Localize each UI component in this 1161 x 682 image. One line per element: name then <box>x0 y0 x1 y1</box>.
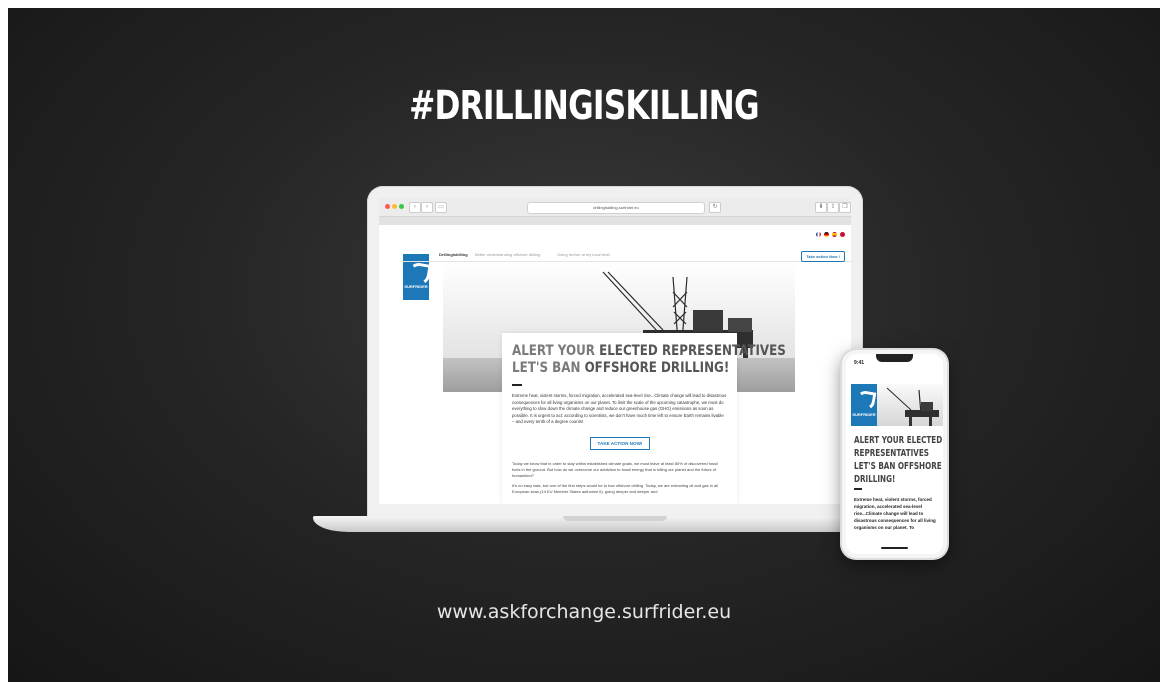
title-line2-bold: OFFSHORE DRILLING! <box>584 360 730 376</box>
phone-intro-text: Extreme heat, violent storms, forced mig… <box>854 497 936 530</box>
phone-surfrider-logo[interactable]: SURFRIDER <box>851 384 877 426</box>
paragraph-3: It's no easy task, but one of the first … <box>512 483 718 494</box>
phone-mockup: 9:41 SURFRIDER ALERT YOUR ELECTED REPRES… <box>842 350 947 558</box>
forward-icon[interactable]: › <box>421 202 433 213</box>
zoom-window-dot[interactable] <box>399 204 404 209</box>
phone-hero-image <box>877 384 943 426</box>
browser-toolbar: ‹ › ▭ drillingiskilling.surfrider.eu ↻ ⬇… <box>379 198 851 217</box>
language-flags <box>816 232 845 237</box>
promo-banner: #DRILLINGISKILLING ‹ › ▭ drillingiskilli… <box>8 8 1160 682</box>
tabs-icon[interactable]: ❐ <box>839 202 851 213</box>
minimize-window-dot[interactable] <box>392 204 397 209</box>
title-line2-light: LET'S BAN <box>512 360 585 376</box>
close-window-dot[interactable] <box>385 204 390 209</box>
paragraph-2: Today we know that in order to stay with… <box>512 461 718 478</box>
laptop-screen: ‹ › ▭ drillingiskilling.surfrider.eu ↻ ⬇… <box>379 198 851 504</box>
content-card: ALERT YOUR ELECTED REPRESENTATIVES LET'S… <box>502 333 786 504</box>
reload-icon[interactable]: ↻ <box>709 202 721 213</box>
logo-text: SURFRIDER <box>404 284 428 289</box>
phone-title-line-2: REPRESENTATIVES <box>854 448 929 459</box>
site-navigation: Drillingiskilling Better understanding o… <box>403 250 851 262</box>
back-icon[interactable]: ‹ <box>409 202 421 213</box>
nav-item-drillingiskilling[interactable]: Drillingiskilling <box>439 252 468 257</box>
phone-title-line-3: LET'S BAN OFFSHORE <box>854 461 942 472</box>
take-action-button[interactable]: TAKE ACTION NOW! <box>590 437 650 450</box>
laptop-notch <box>563 516 667 521</box>
title-divider <box>512 384 522 386</box>
tab-bar <box>379 217 851 225</box>
title-line1-bold: ELECTED REPRESENTATIVES <box>599 343 786 359</box>
take-action-top-button[interactable]: Take action Now ! <box>801 251 845 262</box>
status-time: 9:41 <box>854 360 865 366</box>
phone-notch <box>876 354 913 362</box>
flag-es-icon[interactable] <box>832 232 837 237</box>
address-bar[interactable]: drillingiskilling.surfrider.eu <box>527 202 705 214</box>
phone-logo-text: SURFRIDER <box>852 412 876 417</box>
intro-text: Extreme heat, violent storms, forced mig… <box>512 393 727 424</box>
wave-icon <box>854 389 877 412</box>
phone-title-line-4: DRILLING! <box>854 474 896 485</box>
sidebar-icon[interactable]: ▭ <box>435 202 447 213</box>
nav-item-local-level[interactable]: Going further at my local level <box>557 252 610 257</box>
phone-title-line-1: ALERT YOUR ELECTED <box>854 435 943 446</box>
phone-screen: 9:41 SURFRIDER ALERT YOUR ELECTED REPRES… <box>846 354 943 554</box>
phone-title-divider <box>854 488 862 490</box>
flag-de-icon[interactable] <box>824 232 829 237</box>
download-icon[interactable]: ⬇ <box>815 202 827 213</box>
phone-oil-platform-image <box>886 387 939 426</box>
phone-page-title: ALERT YOUR ELECTED REPRESENTATIVES LET'S… <box>854 434 943 486</box>
flag-fr-icon[interactable] <box>816 232 821 237</box>
wave-icon <box>406 261 432 287</box>
home-indicator[interactable] <box>881 547 908 549</box>
page-title: ALERT YOUR ELECTED REPRESENTATIVES LET'S… <box>512 343 786 377</box>
headline-hashtag: #DRILLINGISKILLING <box>409 83 759 129</box>
flag-gb-icon[interactable] <box>840 232 845 237</box>
share-icon[interactable]: ⇪ <box>827 202 839 213</box>
website-url[interactable]: www.askforchange.surfrider.eu <box>8 601 1160 623</box>
nav-item-understanding[interactable]: Better understanding offshore drilling <box>475 252 540 257</box>
title-line1-light: ALERT YOUR <box>512 343 600 359</box>
